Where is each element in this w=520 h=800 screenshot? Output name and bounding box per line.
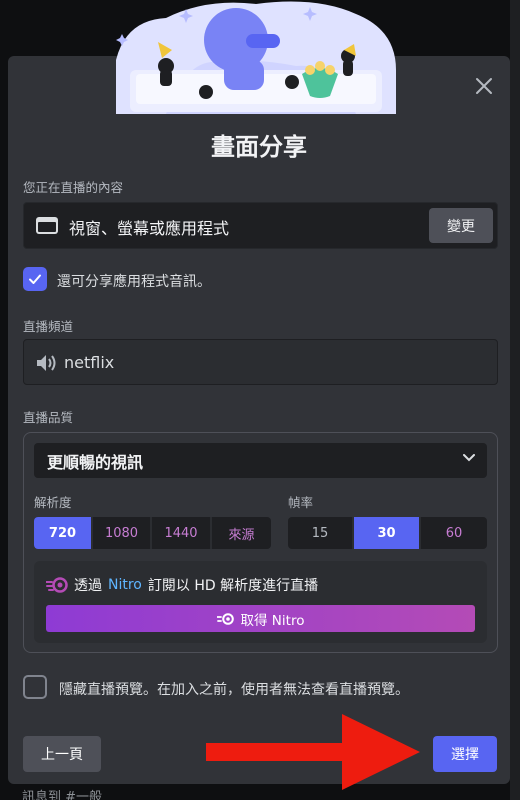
get-nitro-label: 取得 Nitro [240, 612, 305, 629]
background-panel [510, 0, 520, 800]
modal-title: 畫面分享 [211, 133, 307, 161]
channel-name: netflix [64, 353, 115, 372]
speaker-icon [37, 355, 56, 371]
source-label: 您正在直播的內容 [23, 180, 124, 195]
framerate-label: 幀率 [288, 495, 314, 510]
nitro-text-suffix: 訂閱以 HD 解析度進行直播 [147, 578, 319, 594]
back-button[interactable]: 上一頁 [23, 736, 101, 772]
quality-dropdown[interactable]: 更順暢的視訊 [34, 443, 487, 478]
nitro-icon [216, 612, 234, 625]
hide-preview-label: 隱藏直播預覽。在加入之前，使用者無法查看直播預覽。 [59, 682, 409, 698]
nitro-text-prefix: 透過 [74, 578, 102, 594]
quality-selected-value: 更順暢的視訊 [47, 453, 144, 472]
framerate-option-15[interactable]: 15 [288, 517, 354, 549]
quality-panel: 更順暢的視訊 解析度 720 1080 1440 來源 幀率 15 30 60 … [23, 432, 498, 653]
close-icon [476, 78, 492, 94]
nitro-text-word: Nitro [108, 577, 142, 593]
quality-label: 直播品質 [23, 410, 74, 425]
source-selector: 視窗、螢幕或應用程式 變更 [23, 202, 498, 249]
get-nitro-button[interactable]: 取得 Nitro [46, 605, 475, 632]
red-arrow-annotation [206, 714, 420, 790]
nitro-icon [46, 577, 68, 593]
channel-field: netflix [23, 339, 498, 385]
share-audio-checkbox[interactable] [23, 267, 47, 291]
stream-illustration [116, 1, 396, 114]
framerate-selector: 15 30 60 [288, 517, 487, 549]
framerate-option-60[interactable]: 60 [421, 517, 487, 549]
window-icon [36, 217, 58, 234]
chevron-down-icon [463, 454, 475, 462]
resolution-selector: 720 1080 1440 來源 [34, 517, 271, 549]
checkmark-icon [29, 274, 41, 284]
share-audio-label: 還可分享應用程式音訊。 [57, 274, 211, 290]
resolution-option-source[interactable]: 來源 [212, 517, 271, 549]
background-channel-text: 訊息到 #一般 [22, 790, 103, 800]
select-button[interactable]: 選擇 [433, 736, 497, 772]
nitro-upsell: 透過 Nitro 訂閱以 HD 解析度進行直播 取得 Nitro [34, 561, 487, 643]
resolution-label: 解析度 [34, 495, 72, 510]
change-source-button[interactable]: 變更 [429, 208, 493, 243]
channel-label: 直播頻道 [23, 319, 74, 334]
resolution-option-720[interactable]: 720 [34, 517, 93, 549]
close-button[interactable] [472, 74, 496, 98]
screen-share-modal [8, 56, 510, 784]
source-value: 視窗、螢幕或應用程式 [69, 219, 230, 238]
framerate-option-30[interactable]: 30 [354, 517, 421, 549]
resolution-option-1440[interactable]: 1440 [152, 517, 212, 549]
resolution-option-1080[interactable]: 1080 [93, 517, 152, 549]
nitro-upsell-text: 透過 Nitro 訂閱以 HD 解析度進行直播 [46, 575, 318, 595]
hide-preview-checkbox[interactable] [23, 675, 47, 699]
